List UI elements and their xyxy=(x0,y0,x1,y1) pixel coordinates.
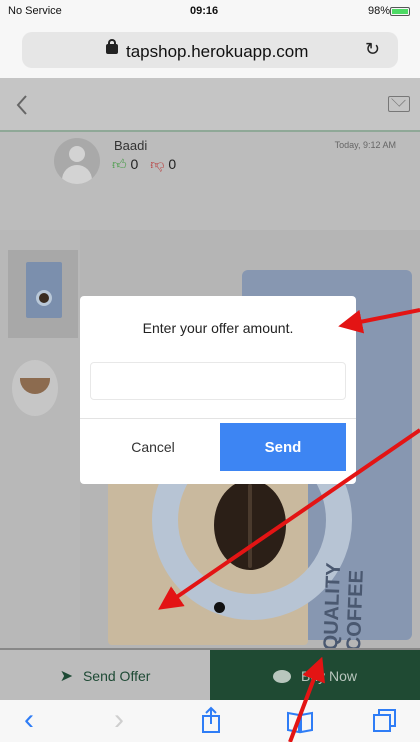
status-time: 09:16 xyxy=(190,5,219,17)
product-thumbnail-box[interactable] xyxy=(8,250,78,338)
product-thumbnail-cup[interactable] xyxy=(12,360,58,416)
chevron-left-icon[interactable] xyxy=(12,90,34,120)
like-count[interactable]: 👍︎ 0 xyxy=(112,156,138,173)
url-text: tapshop.herokuapp.com xyxy=(106,39,309,62)
vote-counts: 👍︎ 0 👎︎ 0 xyxy=(112,156,184,173)
url-value: tapshop.herokuapp.com xyxy=(126,42,309,61)
lock-icon xyxy=(106,39,118,54)
send-button[interactable]: Send xyxy=(220,423,346,471)
thumbnail-column xyxy=(0,230,80,648)
app-header xyxy=(0,78,420,132)
thumbs-down-icon: 👎︎ xyxy=(150,156,165,172)
carousel-dot[interactable] xyxy=(214,602,225,613)
tabs-icon[interactable] xyxy=(372,708,398,734)
user-name: Baadi xyxy=(114,138,148,153)
offer-dialog: Enter your offer amount. Cancel Send xyxy=(80,296,356,484)
dialog-divider xyxy=(80,418,356,419)
avatar xyxy=(54,138,100,184)
message-row: Baadi 👍︎ 0 👎︎ 0 Today, 9:12 AM xyxy=(0,134,420,230)
share-icon[interactable] xyxy=(200,706,222,734)
chevron-right-icon[interactable]: › xyxy=(114,703,124,737)
book-icon[interactable] xyxy=(286,710,314,734)
battery-percent: 98% xyxy=(367,5,390,17)
dislike-count[interactable]: 👎︎ 0 xyxy=(150,156,176,173)
buy-now-button[interactable]: Buy Now xyxy=(210,650,420,702)
battery-icon xyxy=(390,7,410,16)
send-offer-label: Send Offer xyxy=(82,668,151,684)
envelope-icon[interactable] xyxy=(388,96,410,112)
cancel-button[interactable]: Cancel xyxy=(90,423,216,471)
browser-toolbar: ‹ › xyxy=(0,700,420,742)
offer-amount-input[interactable] xyxy=(90,362,346,400)
carrier-label: No Service xyxy=(8,5,62,17)
product-label-text: QUALITY COFFEE xyxy=(320,562,368,652)
paper-plane-icon: ➤ xyxy=(59,668,73,685)
chat-bubble-icon xyxy=(272,669,291,683)
offer-dialog-title: Enter your offer amount. xyxy=(142,320,294,336)
chevron-left-icon[interactable]: ‹ xyxy=(24,703,34,737)
thumbs-up-icon: 👍︎ xyxy=(112,156,127,172)
url-field[interactable]: tapshop.herokuapp.com ↻ xyxy=(22,32,398,68)
message-timestamp: Today, 9:12 AM xyxy=(334,140,396,150)
send-offer-button[interactable]: ➤ Send Offer xyxy=(0,650,210,702)
browser-address-bar: tapshop.herokuapp.com ↻ xyxy=(0,22,420,78)
status-bar: No Service 09:16 98% xyxy=(0,0,420,22)
reload-icon[interactable]: ↻ xyxy=(365,39,380,60)
buy-now-label: Buy Now xyxy=(300,668,358,684)
action-bar: ➤ Send Offer Buy Now xyxy=(0,648,420,702)
